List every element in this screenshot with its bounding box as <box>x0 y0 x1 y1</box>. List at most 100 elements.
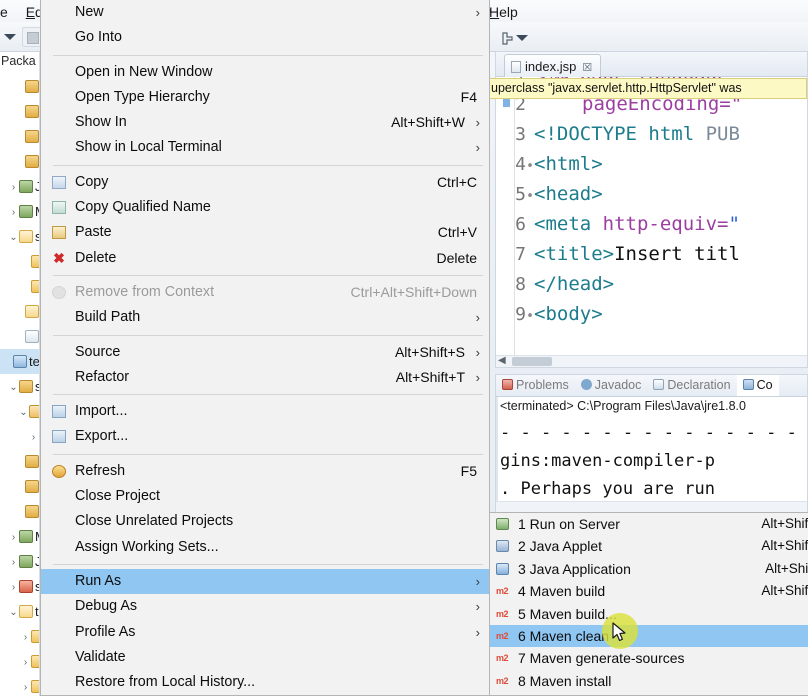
chevron-down-icon[interactable]: ⌄ <box>8 375 19 400</box>
code-editor[interactable]: 1<%@ page language=2pageEncoding="3<!DOC… <box>496 77 807 355</box>
view-tab-row[interactable]: Problems Javadoc Declaration Co <box>496 375 807 397</box>
tree-item[interactable]: ›M <box>0 199 39 225</box>
package-explorer-view[interactable]: Packa ssss›J›M⌄stptest⌄s⌄›sss›M›J›s⌄t›››… <box>0 52 40 696</box>
chevron-right-icon[interactable]: › <box>20 650 31 675</box>
editor-tab-index-jsp[interactable]: index.jsp ☒ <box>504 54 602 77</box>
code-line[interactable]: 8 </head> <box>496 269 742 299</box>
menu-item-build-path[interactable]: Build Path › <box>41 305 489 330</box>
menu-item-restore-from-local-history[interactable]: Restore from Local History... <box>41 670 489 695</box>
menu-item-delete[interactable]: ✖ Delete Delete <box>41 246 489 271</box>
tree-item[interactable]: › <box>0 649 39 675</box>
submenu-item-6-maven-clean[interactable]: m2 6 Maven clean <box>490 624 808 648</box>
chevron-right-icon[interactable]: › <box>8 525 19 550</box>
fold-toggle-icon[interactable]: • <box>526 152 534 182</box>
submenu-item-1-run-on-server[interactable]: 1 Run on Server Alt+Shift <box>490 513 808 535</box>
tree-item[interactable]: t <box>0 299 39 324</box>
submenu-item-7-maven-generate-sources[interactable]: m2 7 Maven generate-sources <box>490 647 808 669</box>
menu-item-run-as[interactable]: Run As › <box>41 568 489 595</box>
menu-item-copy-qualified-name[interactable]: Copy Qualified Name <box>41 195 489 220</box>
chevron-right-icon[interactable]: › <box>28 425 39 450</box>
submenu-item-2-java-applet[interactable]: 2 Java Applet Alt+Shift <box>490 535 808 557</box>
chevron-down-icon[interactable]: ⌄ <box>8 225 19 250</box>
code-line[interactable]: 5•<head> <box>496 179 742 209</box>
menu-item-copy[interactable]: Copy Ctrl+C <box>41 170 489 195</box>
chevron-right-icon[interactable]: › <box>20 675 31 696</box>
tree-item[interactable]: s <box>0 99 39 124</box>
menu-item-go-into[interactable]: Go Into <box>41 25 489 50</box>
menu-item-debug-as[interactable]: Debug As › <box>41 594 489 619</box>
menu-item-new[interactable]: New › <box>41 0 489 25</box>
chevron-down-icon[interactable]: ⌄ <box>8 600 19 625</box>
view-tab-problems[interactable]: Problems <box>496 375 575 396</box>
menu-item-show-in-local-terminal[interactable]: Show in Local Terminal › <box>41 135 489 160</box>
editor-area[interactable]: index.jsp ☒ uperclass "javax.servlet.http… <box>486 52 808 368</box>
tree-item[interactable] <box>0 249 39 274</box>
tree-item[interactable]: ⌄ <box>0 399 39 425</box>
menu-item-open-type-hierarchy[interactable]: Open Type Hierarchy F4 <box>41 85 489 110</box>
tree-item[interactable]: s <box>0 124 39 149</box>
tree-item[interactable]: › <box>0 674 39 696</box>
project-tree[interactable]: ssss›J›M⌄stptest⌄s⌄›sss›M›J›s⌄t››››› <box>0 74 39 696</box>
submenu-item-9-maven-test[interactable]: m29 Maven test <box>490 692 808 695</box>
menu-item-profile-as[interactable]: Profile As › <box>41 620 489 645</box>
menu-item-validate[interactable]: Validate <box>41 645 489 670</box>
code-line[interactable]: 6 <meta http-equiv=" <box>496 209 742 239</box>
tree-item[interactable]: ⌄s <box>0 374 39 400</box>
tree-item[interactable]: s <box>0 499 39 524</box>
menu-item-refactor[interactable]: Refactor Alt+Shift+T › <box>41 365 489 390</box>
tree-item[interactable]: ›J <box>0 549 39 575</box>
tree-item[interactable]: › <box>0 424 39 450</box>
menu-item-show-in[interactable]: Show In Alt+Shift+W › <box>41 110 489 135</box>
submenu-item-3-java-application[interactable]: 3 Java Application Alt+Shif <box>490 558 808 580</box>
menu-item-open-in-new-window[interactable]: Open in New Window <box>41 60 489 85</box>
chevron-down-icon[interactable]: ⌄ <box>18 400 29 425</box>
tree-item[interactable]: ⌄ t <box>0 599 39 625</box>
code-line[interactable]: 9•<body> <box>496 299 742 329</box>
run-as-submenu[interactable]: 1 Run on Server Alt+Shift 2 Java Applet Alt… <box>489 512 808 696</box>
scrollbar-thumb[interactable] <box>512 357 552 366</box>
menu-item-paste[interactable]: Paste Ctrl+V <box>41 220 489 245</box>
menu-item-export[interactable]: Export... <box>41 424 489 449</box>
menu-item-close-unrelated-projects[interactable]: Close Unrelated Projects <box>41 509 489 534</box>
submenu-item-8-maven-install[interactable]: m2 8 Maven install <box>490 670 808 692</box>
editor-horizontal-scrollbar[interactable]: ◀ <box>496 355 807 367</box>
view-tab-co[interactable]: Co <box>736 375 779 396</box>
view-tab-javadoc[interactable]: Javadoc <box>575 375 648 396</box>
tree-item[interactable]: ›M <box>0 524 39 550</box>
tree-item[interactable]: ›s <box>0 574 39 600</box>
code-line[interactable]: 4•<html> <box>496 149 742 179</box>
tree-item[interactable]: test <box>0 349 39 374</box>
close-icon[interactable]: ☒ <box>582 62 592 74</box>
toolbar-save-button[interactable] <box>22 27 42 47</box>
chevron-right-icon[interactable]: › <box>8 550 19 575</box>
editor-tab-row[interactable]: index.jsp ☒ <box>496 52 807 77</box>
tree-item[interactable]: s <box>0 474 39 499</box>
fold-toggle-icon[interactable]: • <box>526 302 534 332</box>
chevron-right-icon[interactable]: › <box>8 575 19 600</box>
menu-item-close-project[interactable]: Close Project <box>41 484 489 509</box>
chevron-right-icon[interactable]: › <box>8 200 19 225</box>
chevron-right-icon[interactable]: › <box>20 625 31 650</box>
tree-item[interactable]: s <box>0 74 39 99</box>
toolbar-run-icon[interactable] <box>500 31 515 46</box>
code-lines[interactable]: 1<%@ page language=2pageEncoding="3<!DOC… <box>496 77 742 329</box>
code-line[interactable]: 3 <!DOCTYPE html PUB <box>496 119 742 149</box>
toolbar-run-dropdown-icon[interactable] <box>516 35 528 41</box>
tree-item[interactable]: ⌄s <box>0 224 39 250</box>
tree-item[interactable] <box>0 274 39 299</box>
toolbar-dropdown-left-icon[interactable] <box>4 34 16 40</box>
code-line[interactable]: 7 <title>Insert titl <box>496 239 742 269</box>
tree-item[interactable]: ›J <box>0 174 39 199</box>
tree-item[interactable]: s <box>0 449 39 474</box>
menubar-item-file[interactable]: e <box>0 0 15 22</box>
menu-item-import[interactable]: Import... <box>41 399 489 424</box>
menu-item-source[interactable]: Source Alt+Shift+S › <box>41 340 489 365</box>
submenu-item-5-maven-build[interactable]: m2 5 Maven build... <box>490 603 808 625</box>
tree-item[interactable]: p <box>0 324 39 349</box>
context-menu[interactable]: New › Go Into Open in New Window Open Type H… <box>40 0 490 696</box>
menu-item-refresh[interactable]: Refresh F5 <box>41 459 489 484</box>
tree-item[interactable]: s <box>0 149 39 174</box>
console-view[interactable]: Problems Javadoc Declaration Co <terminated… <box>495 374 808 514</box>
menu-item-assign-working-sets[interactable]: Assign Working Sets... <box>41 535 489 560</box>
tree-item[interactable]: › <box>0 624 39 650</box>
